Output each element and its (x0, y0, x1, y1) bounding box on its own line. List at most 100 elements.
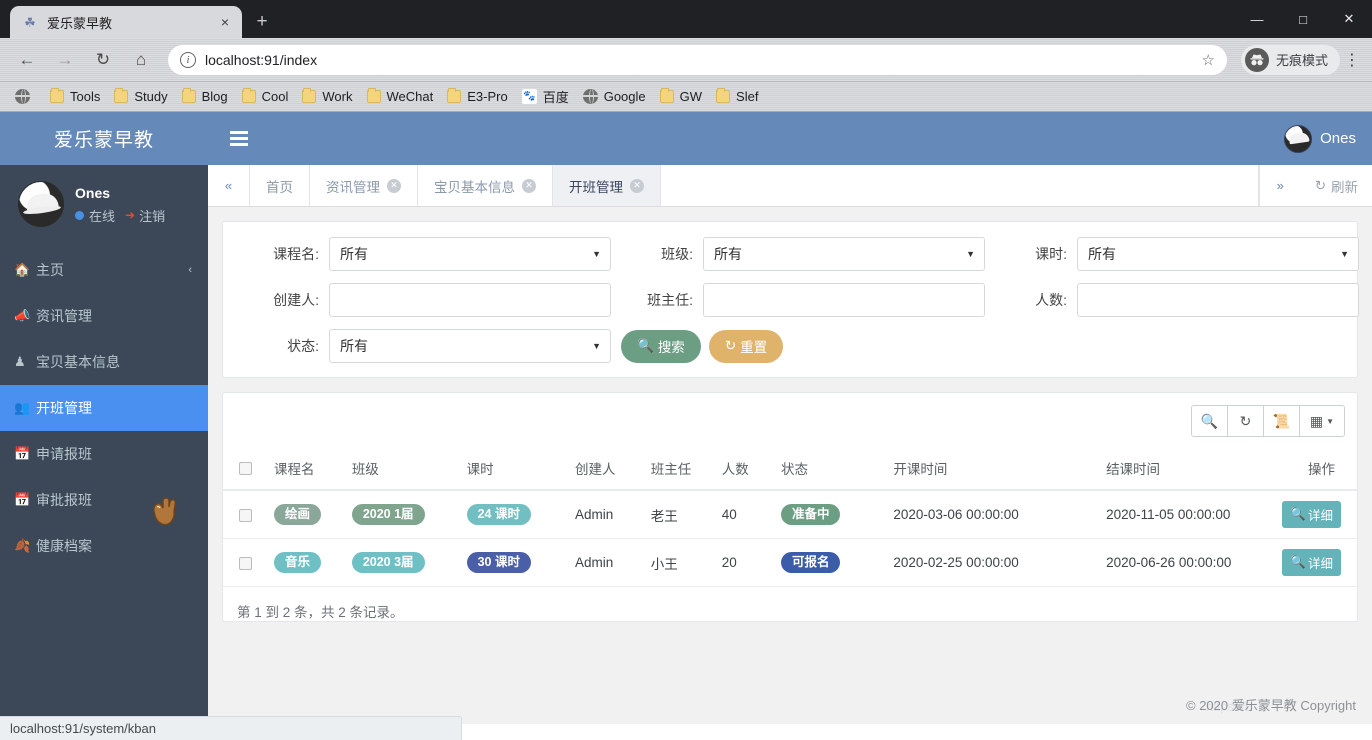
home-icon[interactable]: ⌂ (126, 45, 156, 75)
bookmark-label: Cool (261, 89, 289, 104)
tab-home[interactable]: 首页 (250, 165, 310, 206)
folder-icon (447, 88, 462, 103)
incognito-indicator[interactable]: 无痕模式 (1240, 44, 1340, 75)
bookmark-star-icon[interactable]: ☆ (1202, 51, 1215, 69)
folder-icon (302, 88, 317, 103)
teacher-input[interactable] (703, 283, 985, 317)
detail-button-label: 详细 (1307, 509, 1333, 523)
column-creator[interactable]: 创建人 (551, 447, 633, 491)
bookmark-item[interactable]: Work (295, 85, 359, 109)
incognito-icon (1244, 47, 1269, 72)
topbar-user[interactable]: Ones (1284, 124, 1356, 153)
browser-tab[interactable]: ☘ 爱乐蒙早教 × (10, 6, 242, 38)
column-count[interactable]: 人数 (707, 447, 763, 491)
reload-icon[interactable]: ↻ (88, 45, 118, 75)
table-refresh-icon[interactable]: ↻ (1228, 406, 1264, 436)
detail-button[interactable]: 🔍 详细 (1282, 501, 1341, 528)
sidebar-brand[interactable]: 爱乐蒙早教 (0, 112, 208, 165)
course-select[interactable]: 所有 ▼ (329, 237, 611, 271)
column-end-time[interactable]: 结课时间 (1048, 447, 1264, 491)
new-tab-button[interactable]: + (248, 8, 276, 36)
minimize-icon[interactable]: — (1234, 3, 1280, 35)
logout-label[interactable]: 注销 (139, 206, 165, 225)
sidebar-item-baby-info[interactable]: ♟ 宝贝基本信息 (0, 339, 208, 385)
tab-refresh-button[interactable]: ↻ 刷新 (1301, 165, 1372, 206)
bookmark-item[interactable]: Study (107, 85, 174, 109)
menu-icon[interactable] (230, 131, 248, 146)
creator-input[interactable] (329, 283, 611, 317)
table-toggle-view-icon[interactable]: 📜 (1264, 406, 1300, 436)
bookmark-item[interactable]: Tools (43, 85, 107, 109)
detail-button[interactable]: 🔍 详细 (1282, 549, 1341, 576)
column-class[interactable]: 班级 (337, 447, 445, 491)
cell-action: 🔍 详细 (1263, 538, 1357, 587)
row-checkbox[interactable] (239, 508, 252, 522)
status-select-value: 所有 (340, 338, 368, 354)
bookmark-item[interactable]: 🐾 百度 (515, 85, 576, 109)
reset-button[interactable]: ↻ 重置 (708, 329, 784, 363)
back-icon[interactable]: ← (12, 45, 42, 75)
column-hours[interactable]: 课时 (444, 447, 552, 491)
tabs-next-icon[interactable]: » (1258, 165, 1301, 206)
globe-icon (582, 89, 598, 104)
close-icon[interactable]: × (216, 13, 234, 31)
bookmark-item[interactable]: Cool (235, 85, 296, 109)
cell-end-time: 2020-11-05 00:00:00 (1048, 490, 1264, 539)
tab-class-management[interactable]: 开班管理 ✕ (553, 165, 661, 206)
sidebar-item-class-management[interactable]: 👥 开班管理 (0, 385, 208, 431)
column-status[interactable]: 状态 (762, 447, 860, 491)
column-start-time[interactable]: 开课时间 (859, 447, 1049, 491)
table-search-icon[interactable]: 🔍 (1192, 406, 1228, 436)
cell-count: 20 (707, 538, 763, 587)
select-all-checkbox[interactable] (239, 462, 252, 476)
search-button[interactable]: 🔍 搜索 (621, 329, 701, 363)
class-select[interactable]: 所有 ▼ (703, 237, 985, 271)
logout-icon[interactable]: ➜ (125, 208, 135, 222)
bookmark-item[interactable]: GW (653, 85, 709, 109)
bookmark-item[interactable]: Blog (175, 85, 235, 109)
table-header-row: 课程名 班级 课时 创建人 班主任 人数 状态 开课时间 结课时间 操作 (223, 447, 1357, 491)
leaf-icon: 🍂 (14, 538, 31, 553)
filter-label: 创建人: (273, 292, 319, 308)
table-row[interactable]: 绘画 2020 1届 24 课时 Admin 老王 40 准备中 2020-03… (223, 490, 1357, 539)
count-input[interactable] (1077, 283, 1359, 317)
column-course[interactable]: 课程名 (260, 447, 338, 491)
row-checkbox[interactable] (239, 556, 252, 570)
bookmark-apps[interactable] (8, 85, 43, 109)
status-select[interactable]: 所有 ▼ (329, 329, 611, 363)
forward-icon[interactable]: → (50, 45, 80, 75)
tabs-prev-icon[interactable]: « (208, 165, 250, 206)
bookmark-item[interactable]: Google (576, 85, 653, 109)
column-action[interactable]: 操作 (1263, 447, 1357, 491)
browser-menu-icon[interactable]: ⋮ (1340, 50, 1364, 70)
window-close-icon[interactable]: ✕ (1326, 3, 1372, 35)
table-row[interactable]: 音乐 2020 3届 30 课时 Admin 小王 20 可报名 2020-02… (223, 538, 1357, 587)
sidebar-item-apply-class[interactable]: 📅 申请报班 (0, 431, 208, 477)
bookmark-item[interactable]: WeChat (360, 85, 441, 109)
close-icon[interactable]: ✕ (522, 178, 536, 193)
class-badge: 2020 3届 (351, 551, 425, 574)
address-bar[interactable]: i localhost:91/index ☆ (168, 44, 1227, 75)
close-icon[interactable]: ✕ (387, 178, 401, 193)
online-dot-icon (75, 210, 84, 220)
sidebar-item-home[interactable]: 🏠 主页 ‹ (0, 247, 208, 293)
column-teacher[interactable]: 班主任 (632, 447, 708, 491)
maximize-icon[interactable]: □ (1280, 3, 1326, 35)
filter-label: 课时: (1035, 246, 1067, 262)
sidebar-item-news[interactable]: 📣 资讯管理 (0, 293, 208, 339)
tab-baby-info[interactable]: 宝贝基本信息 ✕ (418, 165, 553, 206)
info-icon[interactable]: i (180, 51, 196, 68)
home-icon: 🏠 (14, 262, 31, 277)
bookmark-item[interactable]: E3-Pro (440, 85, 514, 109)
close-icon[interactable]: ✕ (630, 178, 644, 193)
hours-select[interactable]: 所有 ▼ (1077, 237, 1359, 271)
sidebar-item-approve-class[interactable]: 📅 审批报班 (0, 477, 208, 523)
bookmark-item[interactable]: Slef (709, 85, 765, 109)
sidebar-item-health-records[interactable]: 🍂 健康档案 (0, 523, 208, 569)
tab-news[interactable]: 资讯管理 ✕ (310, 165, 418, 206)
sidebar-status-label: 在线 (89, 208, 116, 224)
sidebar-item-label: 申请报班 (36, 446, 92, 462)
search-icon: 🔍 (637, 338, 654, 353)
table-columns-icon[interactable]: ▦ ▼ (1300, 406, 1344, 436)
bookmark-label: Work (322, 89, 353, 104)
